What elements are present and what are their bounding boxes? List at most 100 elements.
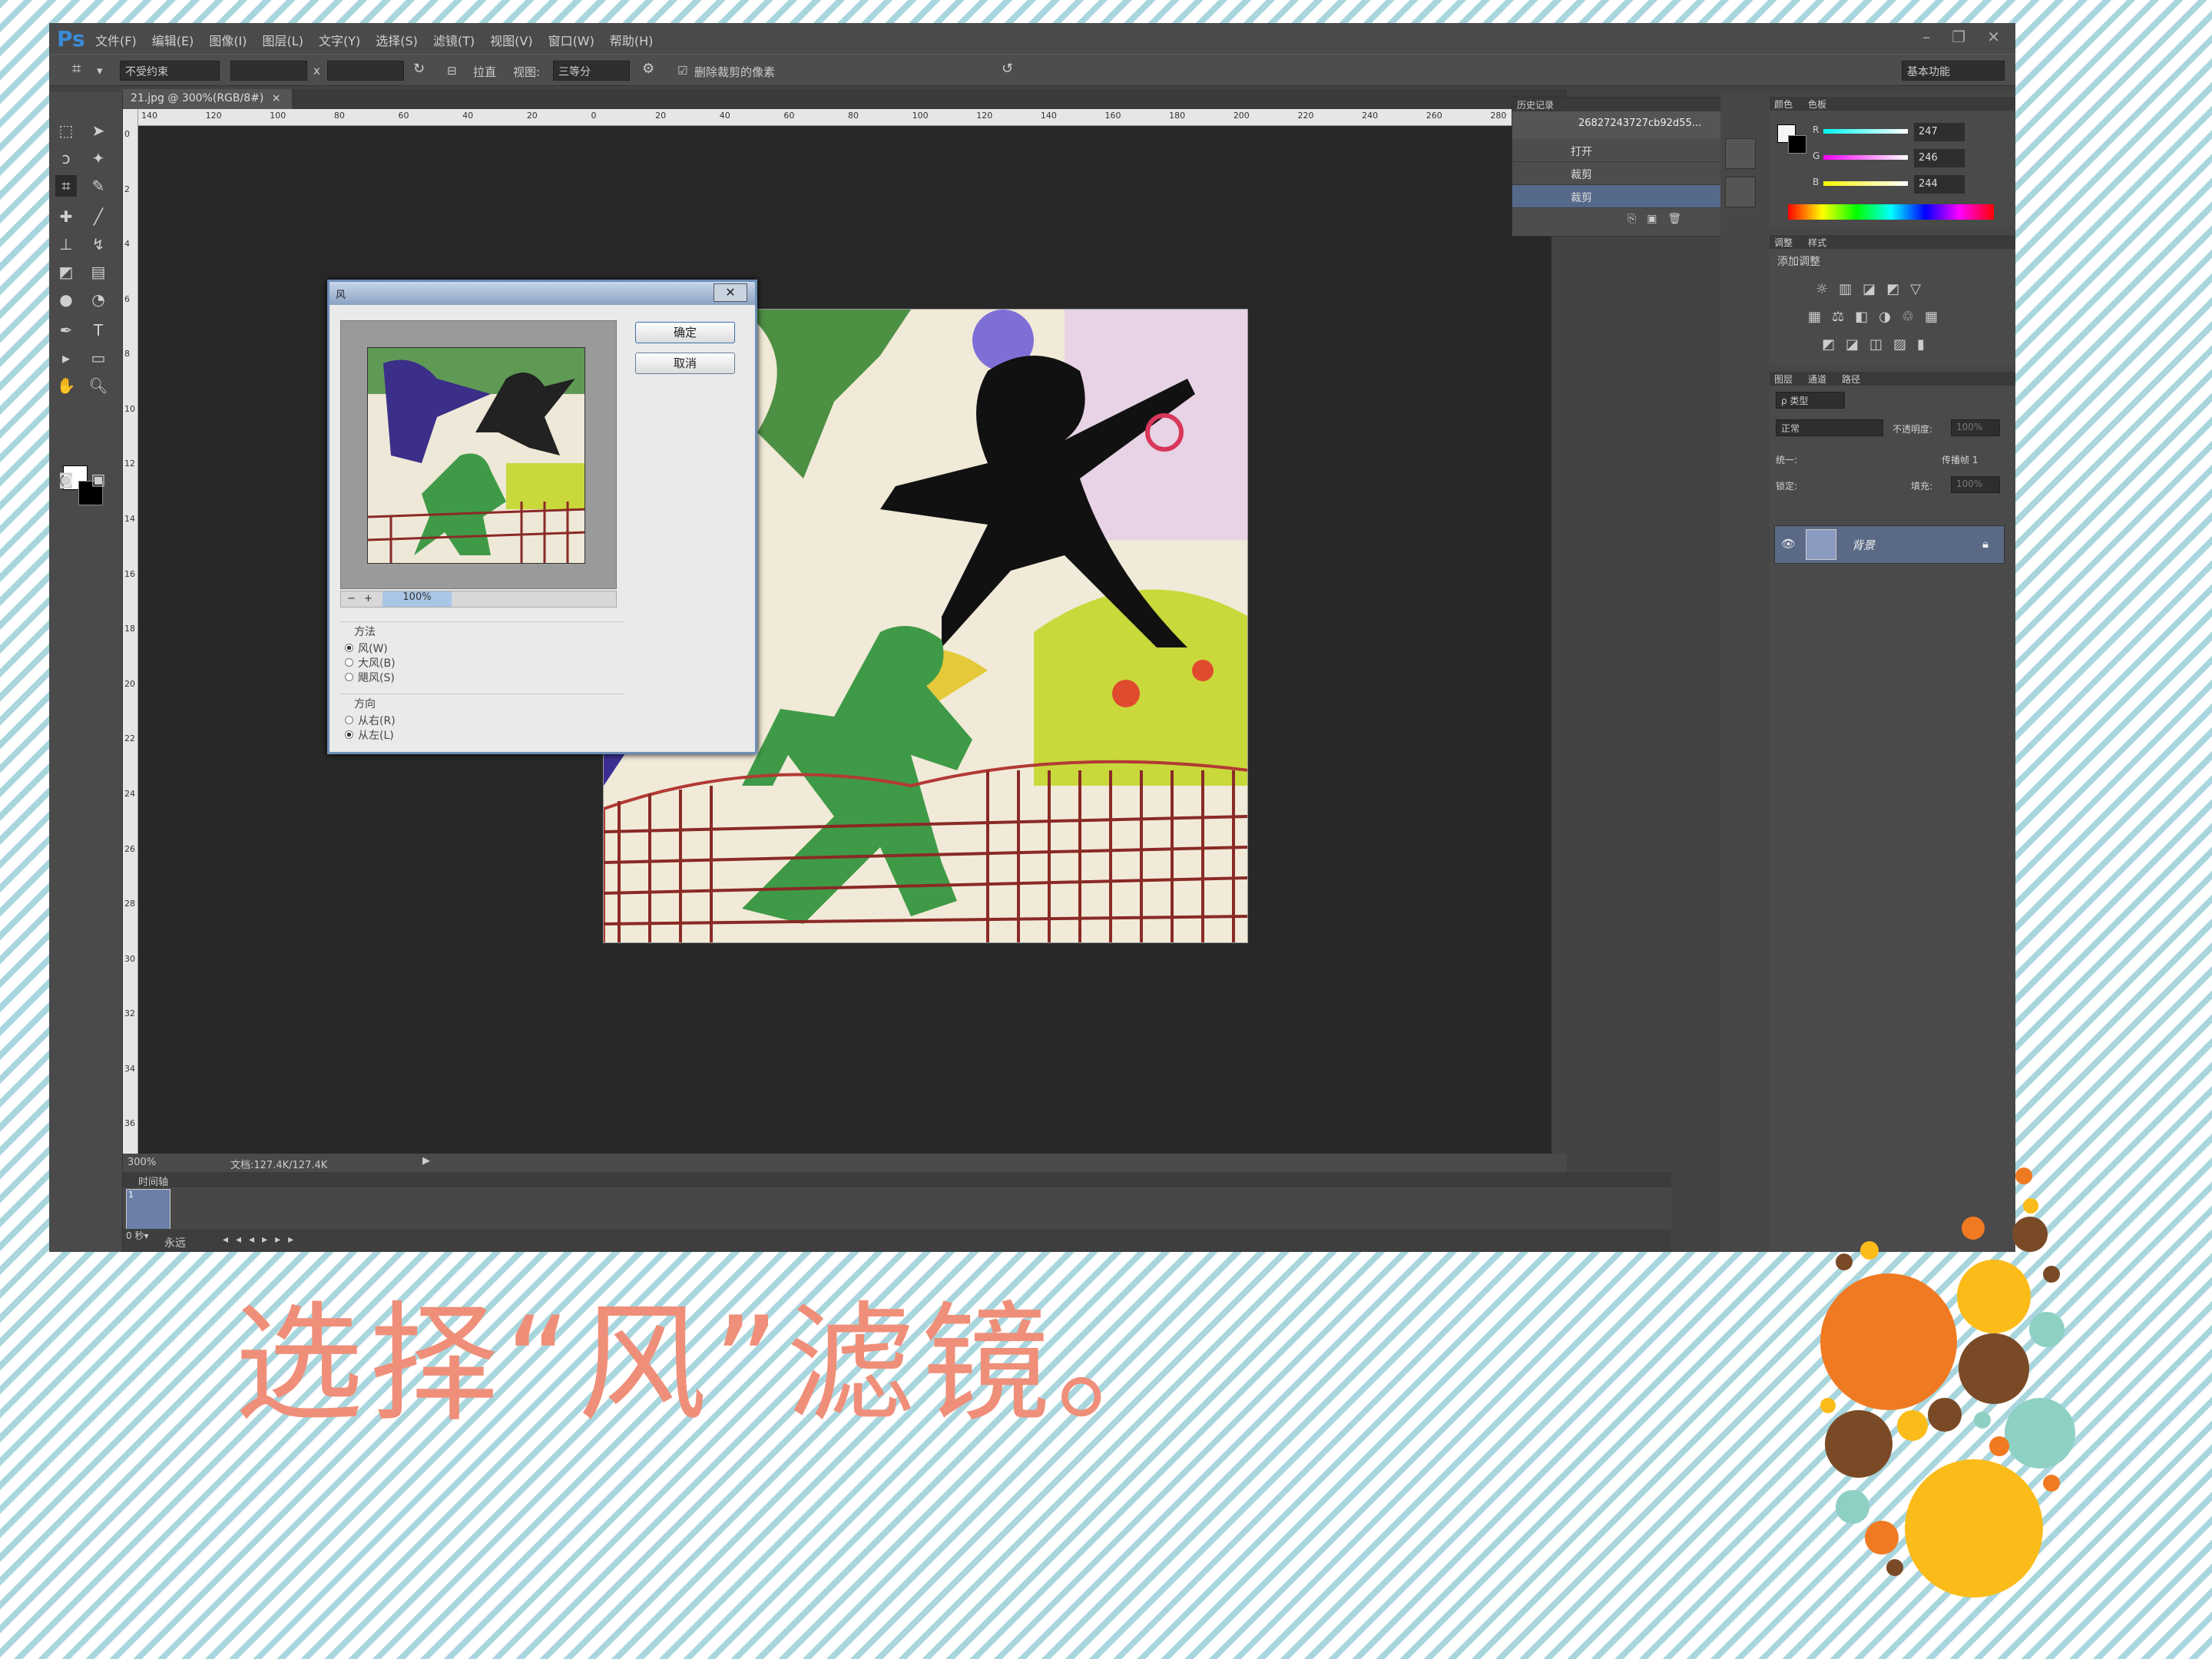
delete-cropped-label[interactable]: 删除裁剪的像素 bbox=[694, 64, 775, 80]
color-spectrum[interactable] bbox=[1788, 204, 1994, 220]
pen-tool-icon[interactable]: ✒ bbox=[55, 320, 77, 341]
marquee-tool-icon[interactable]: ⬚ bbox=[55, 120, 77, 141]
hand-tool-icon[interactable]: ✋ bbox=[55, 375, 77, 396]
adjustment-icons-row3[interactable]: ◩◪◫▨▮ bbox=[1822, 336, 1936, 353]
document-tab-close[interactable]: × bbox=[272, 92, 281, 104]
magic-wand-icon[interactable]: ✦ bbox=[88, 147, 109, 169]
opacity-input[interactable]: 100% bbox=[1951, 419, 2000, 436]
adjustment-icons-row1[interactable]: ☼▥◪◩▽ bbox=[1816, 281, 1932, 297]
zoom-percent[interactable]: 100% bbox=[382, 591, 452, 607]
direction-right-radio[interactable]: 从右(R) bbox=[340, 713, 624, 727]
crop-tool-icon[interactable]: ⌗ bbox=[55, 175, 77, 197]
dialog-title-bar[interactable]: 风 ✕ bbox=[329, 282, 755, 305]
straighten-button[interactable]: 拉直 bbox=[473, 64, 496, 80]
type-tool-icon[interactable]: T bbox=[88, 320, 109, 341]
quick-mask-icon[interactable]: ◙ bbox=[55, 469, 77, 490]
playback-buttons-icon[interactable]: ◂◂◂▸▸▸ bbox=[223, 1233, 301, 1246]
layer-name[interactable]: 背景 bbox=[1852, 537, 1875, 553]
filter-preview-image[interactable] bbox=[367, 347, 585, 564]
layer-row-background[interactable]: 👁︎ 背景 🔒︎ bbox=[1774, 525, 2005, 564]
ratio-select[interactable]: 不受约束 bbox=[120, 61, 220, 81]
fill-input[interactable]: 100% bbox=[1951, 476, 2000, 493]
dodge-tool-icon[interactable]: ◔ bbox=[88, 289, 109, 310]
menu-file[interactable]: 文件(F) bbox=[95, 31, 137, 49]
view-select[interactable]: 三等分 bbox=[553, 61, 630, 81]
menu-window[interactable]: 窗口(W) bbox=[548, 31, 594, 49]
document-size[interactable]: 文档:127.4K/127.4K bbox=[230, 1157, 327, 1171]
eraser-icon[interactable]: ◩ bbox=[55, 261, 77, 283]
status-menu-arrow-icon[interactable]: ▶ bbox=[422, 1155, 430, 1167]
adjustment-icons-row2[interactable]: ▦⚖◧◑♲▦ bbox=[1808, 309, 1949, 325]
history-actions-icon[interactable]: ⎘▣🗑︎ bbox=[1628, 213, 1692, 225]
lasso-tool-icon[interactable]: ↄ bbox=[55, 147, 77, 169]
dialog-close-button[interactable]: ✕ bbox=[714, 283, 747, 302]
propagate-frame-checkbox[interactable]: 传播帧 1 bbox=[1942, 453, 1978, 466]
restore-button[interactable]: ❐ bbox=[1952, 28, 1965, 46]
tab-adjustments[interactable]: 调整 bbox=[1774, 236, 1793, 248]
history-dock-icon[interactable] bbox=[1725, 138, 1756, 169]
zoom-in-button[interactable]: + bbox=[364, 593, 373, 604]
gear-icon[interactable]: ⚙ bbox=[642, 61, 654, 77]
chevron-down-icon[interactable]: ▾ bbox=[97, 64, 103, 78]
healing-brush-icon[interactable]: ✚ bbox=[55, 206, 77, 227]
width-input[interactable] bbox=[230, 61, 307, 81]
menu-view[interactable]: 视图(V) bbox=[490, 31, 532, 49]
move-tool-icon[interactable]: ➤ bbox=[88, 120, 109, 141]
method-wind-radio[interactable]: 风(W) bbox=[340, 641, 624, 655]
direction-left-radio[interactable]: 从左(L) bbox=[340, 727, 624, 742]
method-blast-radio[interactable]: 大风(B) bbox=[340, 655, 624, 670]
tab-channels[interactable]: 通道 bbox=[1808, 373, 1826, 385]
method-stagger-radio[interactable]: 飓风(S) bbox=[340, 670, 624, 684]
clone-stamp-icon[interactable]: ⊥ bbox=[55, 233, 77, 255]
checkbox-icon[interactable]: ☑ bbox=[677, 64, 687, 78]
height-input[interactable] bbox=[327, 61, 404, 81]
brush-tool-icon[interactable]: ╱ bbox=[88, 206, 109, 227]
menu-layer[interactable]: 图层(L) bbox=[263, 31, 303, 49]
properties-dock-icon[interactable] bbox=[1725, 177, 1756, 207]
blend-mode-select[interactable]: 正常 bbox=[1776, 419, 1883, 436]
channel-r-slider[interactable] bbox=[1823, 129, 1908, 134]
eyedropper-icon[interactable]: ✎ bbox=[88, 175, 109, 197]
history-item[interactable]: 裁剪 bbox=[1512, 162, 1726, 185]
tab-swatches[interactable]: 色板 bbox=[1808, 98, 1826, 110]
history-brush-icon[interactable]: ↯ bbox=[88, 233, 109, 255]
visibility-eye-icon[interactable]: 👁︎ bbox=[1781, 537, 1796, 551]
history-item[interactable]: 打开 bbox=[1512, 139, 1726, 162]
crop-tool-icon[interactable]: ⌗ bbox=[72, 59, 81, 78]
close-window-button[interactable]: ✕ bbox=[1987, 28, 2000, 46]
gradient-tool-icon[interactable]: ▤ bbox=[88, 261, 109, 283]
menu-select[interactable]: 选择(S) bbox=[376, 31, 418, 49]
menu-filter[interactable]: 滤镜(T) bbox=[433, 31, 475, 49]
layer-kind-select[interactable]: ρ 类型 bbox=[1776, 392, 1845, 409]
path-select-icon[interactable]: ▸ bbox=[55, 347, 77, 369]
timeline-title[interactable]: 时间轴 bbox=[138, 1174, 168, 1188]
channel-b-value[interactable]: 244 bbox=[1914, 175, 1965, 194]
zoom-out-button[interactable]: − bbox=[347, 593, 356, 604]
reset-icon[interactable]: ↺ bbox=[1002, 61, 1013, 77]
shape-tool-icon[interactable]: ▭ bbox=[88, 347, 109, 369]
minimize-button[interactable]: – bbox=[1922, 28, 1930, 46]
blur-tool-icon[interactable]: ● bbox=[55, 289, 77, 310]
menu-image[interactable]: 图像(I) bbox=[209, 31, 247, 49]
zoom-level[interactable]: 300% bbox=[127, 1157, 156, 1168]
ok-button[interactable]: 确定 bbox=[635, 322, 735, 343]
channel-g-value[interactable]: 246 bbox=[1914, 149, 1965, 167]
menu-edit[interactable]: 编辑(E) bbox=[152, 31, 194, 49]
menu-help[interactable]: 帮助(H) bbox=[610, 31, 654, 49]
history-item-selected[interactable]: 裁剪 bbox=[1512, 185, 1726, 208]
straighten-icon[interactable]: ⊟ bbox=[447, 64, 457, 78]
rotate-icon[interactable]: ↻ bbox=[413, 61, 425, 77]
channel-r-value[interactable]: 247 bbox=[1914, 123, 1965, 141]
cancel-button[interactable]: 取消 bbox=[635, 353, 735, 374]
loop-select[interactable]: 永远 bbox=[164, 1235, 186, 1250]
document-tab[interactable]: 21.jpg @ 300%(RGB/8#) × bbox=[123, 89, 292, 109]
menu-type[interactable]: 文字(Y) bbox=[319, 31, 360, 49]
history-snapshot[interactable]: 26827243727cb92d55... bbox=[1512, 111, 1726, 139]
color-background-swatch[interactable] bbox=[1788, 135, 1806, 154]
channel-b-slider[interactable] bbox=[1823, 181, 1908, 186]
workspace-select[interactable]: 基本功能 bbox=[1902, 61, 2005, 81]
history-tab[interactable]: 历史记录 bbox=[1512, 98, 1726, 111]
tab-layers[interactable]: 图层 bbox=[1774, 373, 1793, 385]
lock-icon[interactable]: 🔒︎ bbox=[1982, 537, 1988, 551]
tab-color[interactable]: 颜色 bbox=[1774, 98, 1793, 110]
